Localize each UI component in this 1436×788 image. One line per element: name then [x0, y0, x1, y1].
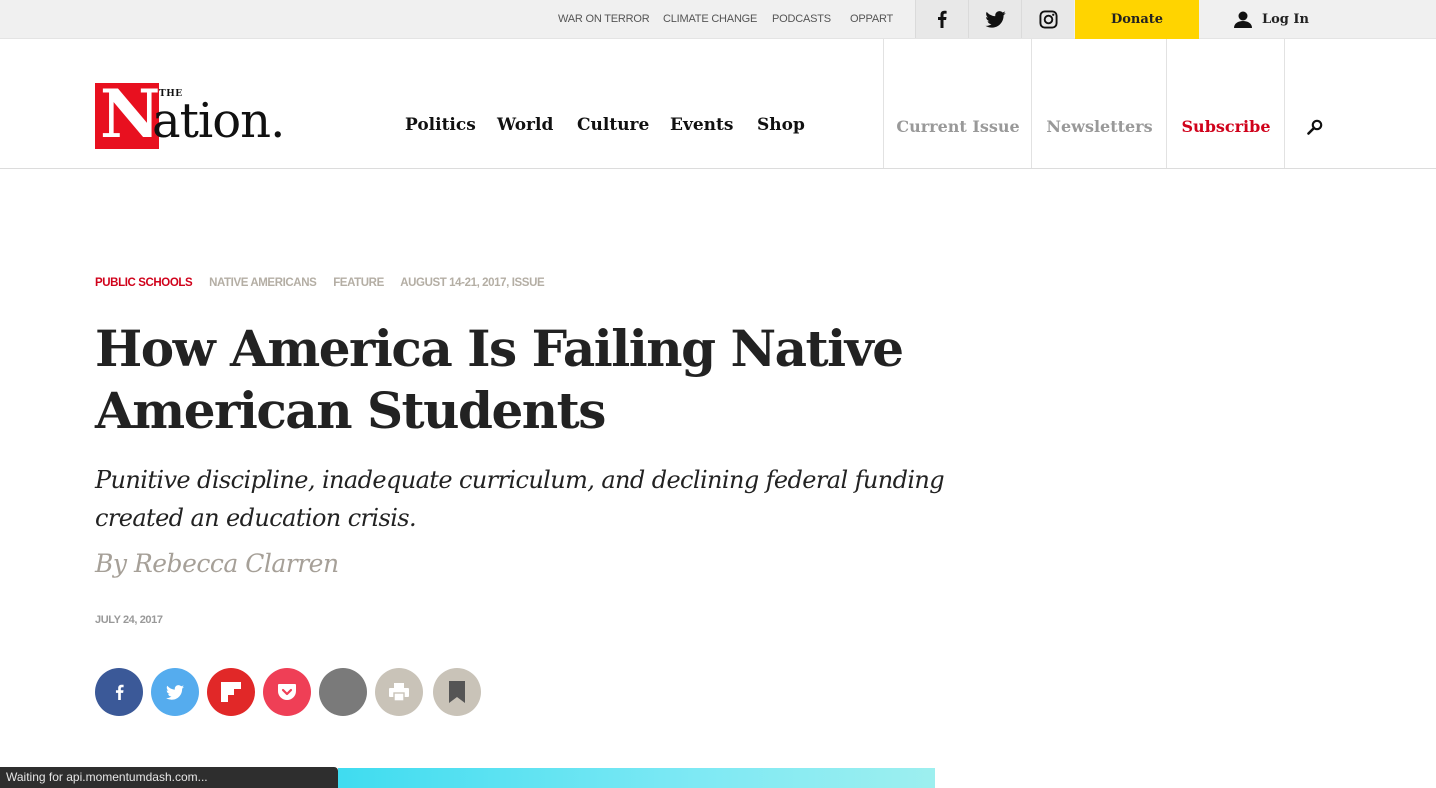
- print-icon: [389, 683, 409, 701]
- donate-button[interactable]: Donate: [1075, 0, 1199, 39]
- nav-events[interactable]: Events: [670, 115, 733, 139]
- nav-politics[interactable]: Politics: [405, 115, 476, 139]
- share-print-button[interactable]: [375, 668, 423, 716]
- instagram-social-button[interactable]: [1021, 0, 1074, 38]
- tag-public-schools[interactable]: PUBLIC SCHOOLS: [95, 277, 193, 289]
- facebook-icon: [938, 10, 947, 28]
- current-issue-label: Current Issue: [896, 116, 1020, 136]
- twitter-icon: [166, 684, 184, 700]
- twitter-social-button[interactable]: [968, 0, 1021, 38]
- logo-wordmark: ation.: [152, 93, 285, 149]
- hero-image: [338, 768, 935, 788]
- nav-world[interactable]: World: [497, 115, 553, 139]
- share-email-button[interactable]: [319, 668, 367, 716]
- topbar-link-oppart[interactable]: OPPART: [850, 0, 893, 38]
- share-pocket-button[interactable]: [263, 668, 311, 716]
- topbar-link-war-on-terror[interactable]: WAR ON TERROR: [558, 0, 650, 38]
- share-twitter-button[interactable]: [151, 668, 199, 716]
- article-date: JULY 24, 2017: [95, 614, 163, 626]
- share-flipboard-button[interactable]: [207, 668, 255, 716]
- login-button[interactable]: Log In: [1234, 0, 1309, 38]
- facebook-social-button[interactable]: [915, 0, 968, 38]
- article-byline[interactable]: By Rebecca Clarren: [95, 549, 339, 578]
- subscribe-link[interactable]: Subscribe: [1166, 39, 1285, 168]
- topbar-link-climate-change[interactable]: CLIMATE CHANGE: [663, 0, 757, 38]
- bookmark-icon: [449, 681, 465, 703]
- instagram-icon: [1038, 9, 1058, 29]
- share-facebook-button[interactable]: [95, 668, 143, 716]
- twitter-icon: [984, 10, 1006, 28]
- dek-line-2: created an education crisis.: [95, 504, 417, 532]
- current-issue-link[interactable]: Current Issue: [883, 39, 1032, 168]
- tag-feature[interactable]: FEATURE: [333, 277, 384, 289]
- headline-line-1: How America Is Failing Native: [95, 319, 904, 378]
- the-nation-logo[interactable]: N THE ation.: [95, 79, 319, 151]
- article-tags: PUBLIC SCHOOLS NATIVE AMERICANS FEATURE …: [95, 277, 558, 289]
- search-icon: [1306, 119, 1322, 135]
- user-icon: [1234, 11, 1252, 28]
- nav-shop[interactable]: Shop: [757, 115, 805, 139]
- pocket-icon: [278, 684, 296, 700]
- browser-status-bar: Waiting for api.momentumdash.com...: [0, 767, 338, 788]
- facebook-icon: [115, 684, 124, 700]
- tag-issue[interactable]: AUGUST 14-21, 2017, ISSUE: [400, 277, 544, 289]
- article-headline: How America Is Failing Native American S…: [95, 318, 935, 442]
- subscribe-label: Subscribe: [1181, 116, 1271, 136]
- share-bookmark-button[interactable]: [433, 668, 481, 716]
- newsletters-label: Newsletters: [1046, 116, 1153, 136]
- search-button[interactable]: [1284, 39, 1344, 168]
- site-header: N THE ation. Politics World Culture Even…: [0, 39, 1436, 169]
- login-label: Log In: [1262, 11, 1309, 27]
- nav-culture[interactable]: Culture: [577, 115, 649, 139]
- dek-line-1: Punitive discipline, inadequate curricul…: [95, 466, 945, 494]
- tag-native-americans[interactable]: NATIVE AMERICANS: [209, 277, 317, 289]
- utility-bar: WAR ON TERROR CLIMATE CHANGE PODCASTS OP…: [0, 0, 1436, 39]
- headline-line-2: American Students: [95, 381, 606, 440]
- newsletters-link[interactable]: Newsletters: [1031, 39, 1167, 168]
- flipboard-icon: [221, 682, 241, 702]
- email-icon: [343, 692, 344, 693]
- article-dek: Punitive discipline, inadequate curricul…: [95, 461, 945, 537]
- topbar-link-podcasts[interactable]: PODCASTS: [772, 0, 831, 38]
